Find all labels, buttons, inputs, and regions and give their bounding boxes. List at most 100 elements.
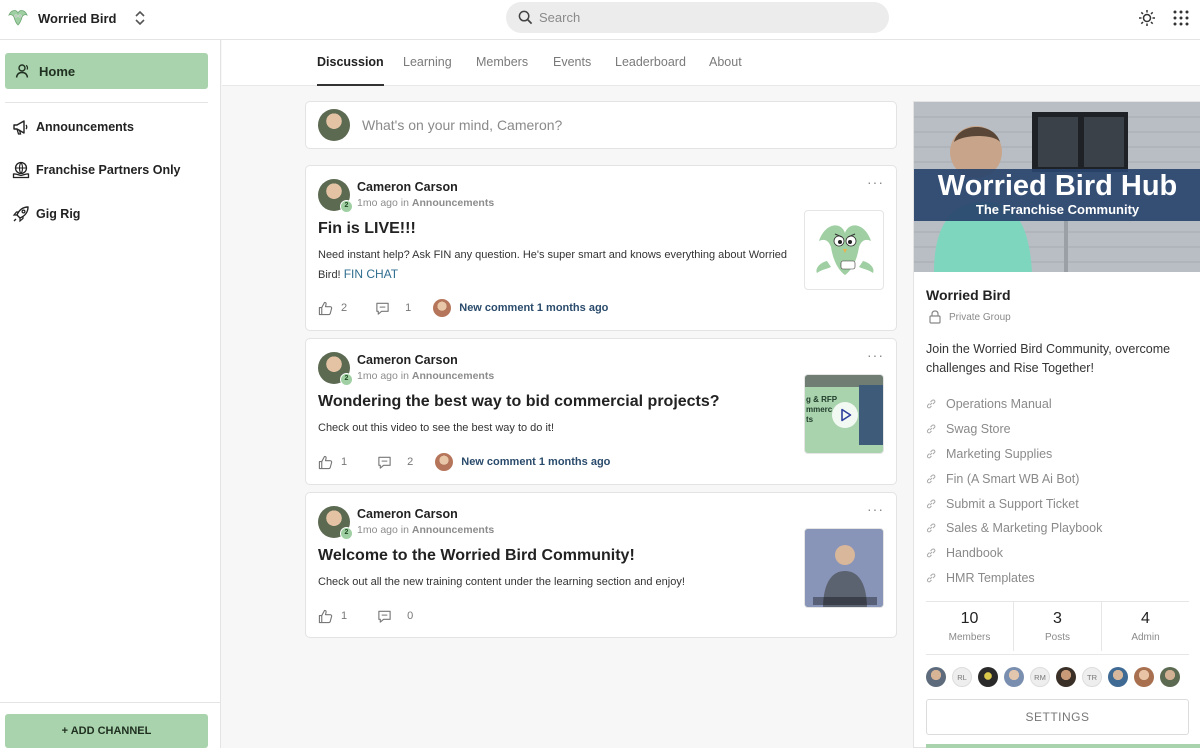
play-button-icon[interactable] [831, 401, 859, 429]
thumbs-up-icon[interactable] [318, 455, 333, 470]
link-swag-store[interactable]: Swag Store [926, 417, 1102, 442]
post-title[interactable]: Wondering the best way to bid commercial… [318, 393, 720, 411]
post-card[interactable]: 2 Cameron Carson 1mo ago in Announcement… [305, 165, 897, 331]
lock-icon [929, 310, 941, 324]
post-card[interactable]: 2 Cameron Carson 1mo ago in Announcement… [305, 338, 897, 485]
settings-button[interactable]: SETTINGS [926, 699, 1189, 735]
divider [0, 702, 221, 703]
worried-bird-logo [8, 10, 28, 26]
post-title[interactable]: Fin is LIVE!!! [318, 220, 416, 238]
member-avatar[interactable]: TR [1082, 667, 1102, 687]
link-label: Operations Manual [946, 397, 1052, 412]
fin-chat-link[interactable]: FIN CHAT [344, 267, 398, 281]
community-name: Worried Bird [38, 10, 117, 26]
post-body: Check out this video to see the best way… [318, 422, 555, 434]
avatar[interactable]: 2 [318, 352, 353, 386]
group-stats: 10 Members 3 Posts 4 Admin [926, 602, 1189, 651]
add-channel-button[interactable]: + ADD CHANNEL [5, 714, 208, 748]
link-label: Submit a Support Ticket [946, 496, 1079, 511]
post-title[interactable]: Welcome to the Worried Bird Community! [318, 547, 635, 565]
member-avatar[interactable]: RM [1030, 667, 1050, 687]
member-avatar[interactable] [1056, 667, 1076, 687]
member-avatar[interactable] [1004, 667, 1024, 687]
post-time: 1mo ago [357, 524, 398, 536]
stat-number: 3 [1053, 610, 1062, 627]
level-badge: 2 [340, 527, 353, 540]
group-info-panel: Worried Bird Hub The Franchise Community… [913, 101, 1200, 748]
level-badge: 2 [340, 200, 353, 213]
stat-members[interactable]: 10 Members [926, 602, 1014, 651]
post-author[interactable]: Cameron Carson [357, 507, 458, 521]
member-avatar[interactable] [1160, 667, 1180, 687]
more-options-icon[interactable]: ··· [867, 501, 884, 517]
video-thumbnail[interactable]: g & RFP mmerc ts [804, 374, 884, 454]
post-card[interactable]: 2 Cameron Carson 1mo ago in Announcement… [305, 492, 897, 638]
link-operations-manual[interactable]: Operations Manual [926, 392, 1102, 417]
stat-posts[interactable]: 3 Posts [1014, 602, 1102, 651]
search-icon [518, 10, 533, 25]
comment-count: 0 [407, 610, 414, 622]
sidebar-item-home[interactable]: Home [5, 53, 208, 89]
user-icon [15, 64, 29, 78]
post-composer[interactable]: What's on your mind, Cameron? [305, 101, 897, 149]
top-bar: Worried Bird [0, 0, 1200, 40]
new-comment-link[interactable]: New comment 1 months ago [459, 302, 608, 314]
link-label: Swag Store [946, 422, 1011, 437]
member-avatar[interactable]: RL [952, 667, 972, 687]
sidebar-item-franchise-partners[interactable]: Franchise Partners Only [12, 160, 181, 180]
sidebar-item-announcements[interactable]: Announcements [12, 117, 134, 137]
thumbs-up-icon[interactable] [318, 301, 333, 316]
post-thumbnail[interactable] [804, 210, 884, 290]
post-author[interactable]: Cameron Carson [357, 353, 458, 367]
group-links: Operations Manual Swag Store Marketing S… [926, 392, 1102, 590]
cover-title: Worried Bird Hub [937, 170, 1178, 202]
composer-placeholder: What's on your mind, Cameron? [362, 117, 563, 133]
community-switcher[interactable]: Worried Bird [6, 6, 147, 30]
sidebar-item-gig-rig[interactable]: Gig Rig [12, 204, 80, 224]
link-label: Fin (A Smart WB Ai Bot) [946, 471, 1080, 486]
tab-discussion[interactable]: Discussion [317, 55, 384, 86]
member-avatar[interactable] [1108, 667, 1128, 687]
chevron-up-down-icon[interactable] [133, 9, 147, 27]
comment-icon[interactable] [377, 609, 392, 624]
comment-icon[interactable] [375, 301, 390, 316]
post-in: in [400, 197, 409, 209]
join-button-edge[interactable] [926, 744, 1200, 748]
thumbs-up-icon[interactable] [318, 609, 333, 624]
stat-admin[interactable]: 4 Admin [1102, 602, 1189, 651]
link-support-ticket[interactable]: Submit a Support Ticket [926, 491, 1102, 516]
tab-events[interactable]: Events [553, 55, 591, 86]
avatar[interactable]: 2 [318, 179, 353, 213]
comment-icon[interactable] [377, 455, 392, 470]
new-comment-link[interactable]: New comment 1 months ago [461, 456, 610, 468]
member-avatar[interactable] [1134, 667, 1154, 687]
sun-icon[interactable] [1138, 9, 1156, 27]
member-avatar[interactable] [978, 667, 998, 687]
tab-members[interactable]: Members [476, 55, 528, 86]
tab-learning[interactable]: Learning [403, 55, 452, 86]
post-category[interactable]: Announcements [412, 524, 494, 536]
link-fin-ai-bot[interactable]: Fin (A Smart WB Ai Bot) [926, 466, 1102, 491]
post-category[interactable]: Announcements [412, 197, 494, 209]
rocket-icon [12, 206, 29, 223]
search-bar[interactable] [506, 2, 889, 33]
post-author[interactable]: Cameron Carson [357, 180, 458, 194]
link-sales-marketing-playbook[interactable]: Sales & Marketing Playbook [926, 516, 1102, 541]
link-hmr-templates[interactable]: HMR Templates [926, 566, 1102, 591]
avatar[interactable]: 2 [318, 506, 353, 540]
post-time: 1mo ago [357, 197, 398, 209]
video-thumbnail[interactable] [804, 528, 884, 608]
search-input[interactable] [539, 10, 859, 25]
member-avatar[interactable] [926, 667, 946, 687]
more-options-icon[interactable]: ··· [867, 347, 884, 363]
tab-leaderboard[interactable]: Leaderboard [615, 55, 686, 86]
fin-bird-mascot-icon [816, 225, 874, 275]
presenter-image [805, 529, 883, 607]
tab-about[interactable]: About [709, 55, 742, 86]
more-options-icon[interactable]: ··· [867, 174, 884, 190]
link-marketing-supplies[interactable]: Marketing Supplies [926, 442, 1102, 467]
link-handbook[interactable]: Handbook [926, 541, 1102, 566]
post-category[interactable]: Announcements [412, 370, 494, 382]
apps-grid-icon[interactable] [1172, 9, 1190, 27]
sidebar: Home Announcements Franchise Partners On… [0, 40, 221, 748]
